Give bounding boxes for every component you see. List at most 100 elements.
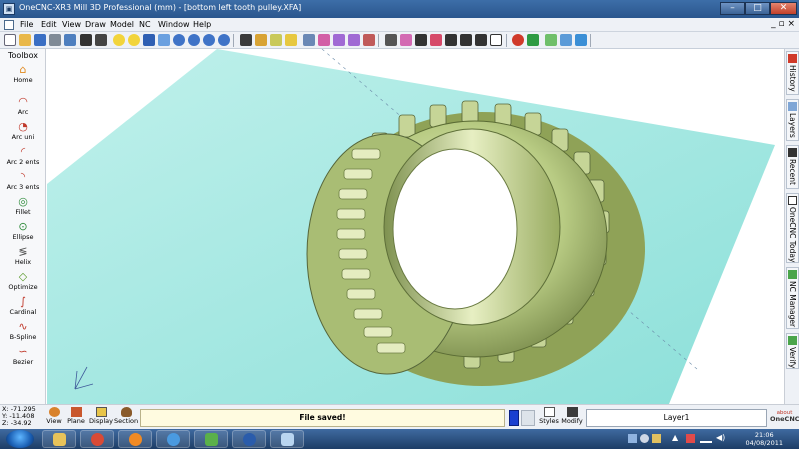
menu-draw[interactable]: Draw: [85, 19, 106, 31]
tab-recent[interactable]: Recent: [786, 145, 799, 189]
taskbar-explorer[interactable]: [42, 430, 76, 448]
tray-update-icon[interactable]: [652, 434, 661, 443]
undo-icon[interactable]: [80, 34, 92, 46]
menu-window[interactable]: Window: [158, 19, 190, 31]
tool-cardinal[interactable]: ∫ Cardinal: [0, 295, 46, 321]
tab-history[interactable]: History: [786, 51, 799, 95]
view-button[interactable]: View: [45, 407, 63, 429]
zoom-box-icon[interactable]: [158, 34, 170, 46]
stop-icon[interactable]: [512, 34, 524, 46]
tool-fillet[interactable]: ◎ Fillet: [0, 195, 46, 221]
tool-label: B-Spline: [9, 333, 37, 341]
toolpath-icon[interactable]: [545, 34, 557, 46]
hidden-line-icon[interactable]: [285, 34, 297, 46]
about-onecnc-logo[interactable]: about OneCNC: [770, 410, 799, 423]
measure-icon[interactable]: [318, 34, 330, 46]
menu-nc[interactable]: NC: [139, 19, 151, 31]
mdi-window-controls[interactable]: _ ▫ ×: [771, 18, 795, 31]
verify-icon: [788, 336, 797, 345]
menu-help[interactable]: Help: [193, 19, 211, 31]
grid-icon[interactable]: [385, 34, 397, 46]
zoom-window-icon[interactable]: [113, 34, 125, 46]
style-icon[interactable]: [430, 34, 442, 46]
tray-app-icon[interactable]: [640, 434, 649, 443]
tool-arc-3-ents[interactable]: ◝ Arc 3 ents: [0, 170, 46, 196]
start-button-icon[interactable]: [6, 430, 34, 448]
redo-icon[interactable]: [95, 34, 107, 46]
tool-arc[interactable]: ◠ Arc: [0, 95, 46, 121]
layer-field[interactable]: Layer1: [586, 409, 767, 427]
tool-optimize[interactable]: ◇ Optimize: [0, 270, 46, 296]
new-file-icon[interactable]: [4, 34, 16, 46]
taskbar-paint[interactable]: [270, 430, 304, 448]
close-button[interactable]: ✕: [770, 2, 797, 15]
tool-helix[interactable]: ≶ Helix: [0, 245, 46, 271]
wireframe-icon[interactable]: [270, 34, 282, 46]
tray-network-icon[interactable]: [628, 434, 637, 443]
menu-model[interactable]: Model: [110, 19, 134, 31]
section-button[interactable]: Section: [114, 407, 138, 429]
table-icon[interactable]: [445, 34, 457, 46]
tool-ellipse[interactable]: ⊙ Ellipse: [0, 220, 46, 246]
block-icon[interactable]: [475, 34, 487, 46]
tray-expand-icon[interactable]: ▲: [672, 433, 678, 442]
dimension-icon[interactable]: [303, 34, 315, 46]
tab-layers[interactable]: Layers: [786, 99, 799, 141]
layer-tool-icon[interactable]: [415, 34, 427, 46]
save-icon[interactable]: [34, 34, 46, 46]
maximize-button[interactable]: □: [745, 2, 770, 15]
post-icon[interactable]: [575, 34, 587, 46]
tray-volume-icon[interactable]: ◀): [716, 433, 725, 442]
menu-file[interactable]: File: [20, 19, 33, 31]
taskbar-onecnc[interactable]: [232, 430, 266, 448]
zoom-out-icon[interactable]: [188, 34, 200, 46]
styles-button[interactable]: Styles: [539, 407, 559, 429]
tool-b-spline[interactable]: ∿ B-Spline: [0, 320, 46, 346]
viewport-canvas[interactable]: [47, 49, 784, 404]
color-palette-button[interactable]: [521, 410, 535, 426]
color-icon[interactable]: [400, 34, 412, 46]
open-folder-icon[interactable]: [19, 34, 31, 46]
modify-button[interactable]: Modify: [561, 407, 583, 429]
tray-flag-icon[interactable]: [686, 434, 695, 443]
graphics-viewport[interactable]: [47, 49, 784, 404]
zoom-fit-icon[interactable]: [218, 34, 230, 46]
menu-view[interactable]: View: [62, 19, 81, 31]
shade-icon[interactable]: [255, 34, 267, 46]
document-icon[interactable]: [4, 20, 14, 30]
tool-bezier[interactable]: ∽ Bezier: [0, 345, 46, 371]
tool-arc-uni[interactable]: ◔ Arc uni: [0, 120, 46, 146]
window-title-bar[interactable]: ▣ OneCNC-XR3 Mill 3D Professional (mm) -…: [0, 0, 799, 18]
current-color-swatch[interactable]: [509, 410, 519, 426]
table-alt-icon[interactable]: [460, 34, 472, 46]
plane-button[interactable]: Plane: [66, 407, 86, 429]
frame-icon[interactable]: [490, 34, 502, 46]
taskbar-ie[interactable]: [156, 430, 190, 448]
print-icon[interactable]: [49, 34, 61, 46]
analyze-icon[interactable]: [333, 34, 345, 46]
tool-arc-2-ents[interactable]: ◜ Arc 2 ents: [0, 145, 46, 171]
tab-nc-manager[interactable]: NC Manager: [786, 267, 799, 329]
nc-icon[interactable]: [527, 34, 539, 46]
tray-signal-icon[interactable]: [700, 434, 712, 443]
properties-icon[interactable]: [64, 34, 76, 46]
zoom-in-icon[interactable]: [173, 34, 185, 46]
tab-verify[interactable]: Verify: [786, 333, 799, 369]
taskbar-firefox[interactable]: [118, 430, 152, 448]
menu-edit[interactable]: Edit: [41, 19, 57, 31]
zoom-previous-icon[interactable]: [203, 34, 215, 46]
delete-icon[interactable]: [363, 34, 375, 46]
display-button[interactable]: Display: [89, 407, 113, 429]
verify-toolbar-icon[interactable]: [560, 34, 572, 46]
system-clock[interactable]: 21:06 04/08/2011: [746, 431, 783, 447]
tool-home[interactable]: ⌂ Home: [0, 63, 46, 89]
zoom-all-icon[interactable]: [128, 34, 140, 46]
taskbar-chrome[interactable]: [80, 430, 114, 448]
tab-onecnc-today[interactable]: OneCNC Today: [786, 193, 799, 263]
taskbar-app[interactable]: [194, 430, 228, 448]
internet-explorer-icon: [167, 433, 180, 446]
view-top-icon[interactable]: [240, 34, 252, 46]
pencil-icon[interactable]: [143, 34, 155, 46]
minimize-button[interactable]: –: [720, 2, 745, 15]
snap-icon[interactable]: [348, 34, 360, 46]
